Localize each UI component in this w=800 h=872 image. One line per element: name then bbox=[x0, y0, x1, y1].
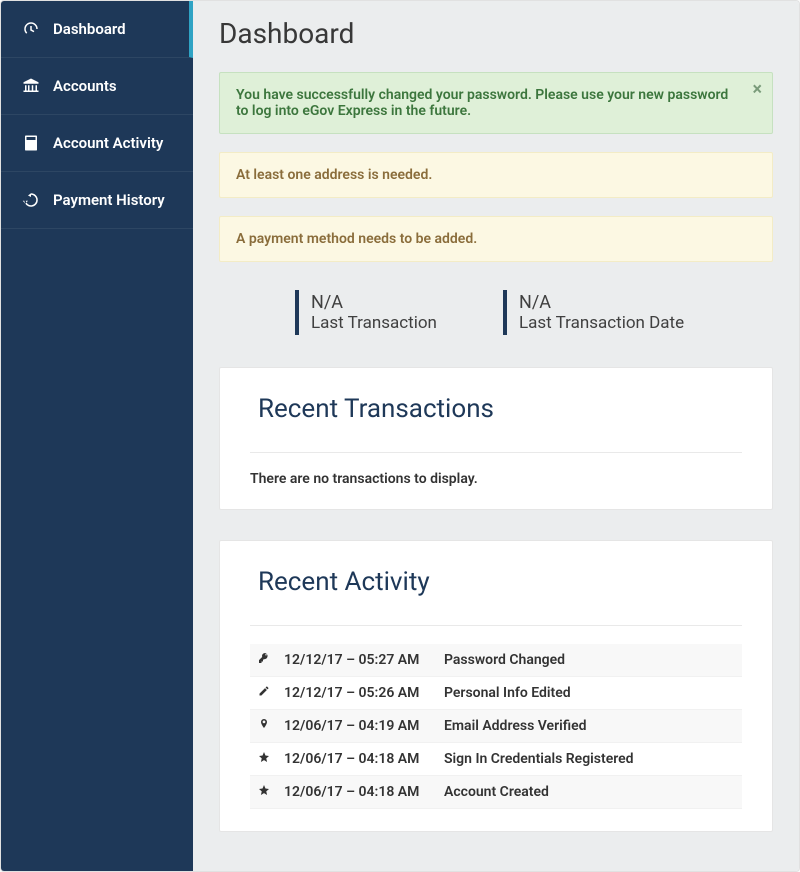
sidebar-item-label: Payment History bbox=[53, 191, 165, 209]
sidebar-item-label: Dashboard bbox=[53, 20, 126, 38]
alert-success: You have successfully changed your passw… bbox=[219, 72, 773, 134]
star-icon bbox=[250, 776, 278, 809]
activity-event: Account Created bbox=[438, 776, 742, 809]
panel-heading: Recent Transactions bbox=[258, 394, 742, 424]
pencil-icon bbox=[250, 677, 278, 710]
activity-event: Personal Info Edited bbox=[438, 677, 742, 710]
activity-time: 12/12/17 – 05:26 AM bbox=[278, 677, 438, 710]
sidebar-item-account-activity[interactable]: Account Activity bbox=[1, 115, 193, 172]
sidebar-item-label: Accounts bbox=[53, 77, 117, 95]
history-icon: $ bbox=[21, 190, 41, 210]
alert-text: A payment method needs to be added. bbox=[236, 231, 477, 247]
divider bbox=[250, 625, 742, 626]
sidebar-item-dashboard[interactable]: Dashboard bbox=[1, 1, 193, 58]
activity-event: Password Changed bbox=[438, 644, 742, 677]
page-title: Dashboard bbox=[219, 17, 773, 50]
divider bbox=[250, 452, 742, 453]
svg-text:$: $ bbox=[29, 197, 33, 204]
sidebar-item-label: Account Activity bbox=[53, 134, 163, 152]
gauge-icon bbox=[21, 19, 41, 39]
stat-label: Last Transaction bbox=[311, 313, 475, 333]
pin-icon bbox=[250, 710, 278, 743]
alert-text: At least one address is needed. bbox=[236, 167, 432, 183]
panel-heading: Recent Activity bbox=[258, 567, 742, 597]
stats-row: N/A Last Transaction N/A Last Transactio… bbox=[219, 284, 773, 341]
activity-time: 12/06/17 – 04:19 AM bbox=[278, 710, 438, 743]
empty-message: There are no transactions to display. bbox=[250, 471, 742, 487]
activity-row: 12/06/17 – 04:18 AM Account Created bbox=[250, 776, 742, 809]
stat-value: N/A bbox=[311, 292, 475, 313]
key-icon bbox=[250, 644, 278, 677]
calculator-icon bbox=[21, 133, 41, 153]
star-icon bbox=[250, 743, 278, 776]
close-icon[interactable]: × bbox=[752, 81, 762, 99]
main-content: Dashboard You have successfully changed … bbox=[193, 1, 799, 871]
activity-time: 12/06/17 – 04:18 AM bbox=[278, 776, 438, 809]
activity-time: 12/12/17 – 05:27 AM bbox=[278, 644, 438, 677]
sidebar-item-accounts[interactable]: Accounts bbox=[1, 58, 193, 115]
activity-time: 12/06/17 – 04:18 AM bbox=[278, 743, 438, 776]
activity-row: 12/06/17 – 04:18 AM Sign In Credentials … bbox=[250, 743, 742, 776]
stat-label: Last Transaction Date bbox=[519, 313, 684, 333]
activity-event: Sign In Credentials Registered bbox=[438, 743, 742, 776]
alert-warning-payment: A payment method needs to be added. bbox=[219, 216, 773, 262]
app-shell: Dashboard Accounts Account Activity $ Pa… bbox=[0, 0, 800, 872]
activity-table: 12/12/17 – 05:27 AM Password Changed 12/… bbox=[250, 644, 742, 809]
activity-event: Email Address Verified bbox=[438, 710, 742, 743]
sidebar-nav: Dashboard Accounts Account Activity $ Pa… bbox=[1, 1, 193, 871]
activity-row: 12/12/17 – 05:26 AM Personal Info Edited bbox=[250, 677, 742, 710]
stat-last-transaction: N/A Last Transaction bbox=[295, 290, 475, 335]
bank-icon bbox=[21, 76, 41, 96]
stat-last-transaction-date: N/A Last Transaction Date bbox=[503, 290, 684, 335]
stat-value: N/A bbox=[519, 292, 684, 313]
panel-recent-activity: Recent Activity 12/12/17 – 05:27 AM Pass… bbox=[219, 540, 773, 832]
alert-warning-address: At least one address is needed. bbox=[219, 152, 773, 198]
panel-recent-transactions: Recent Transactions There are no transac… bbox=[219, 367, 773, 510]
sidebar-item-payment-history[interactable]: $ Payment History bbox=[1, 172, 193, 229]
activity-row: 12/12/17 – 05:27 AM Password Changed bbox=[250, 644, 742, 677]
activity-row: 12/06/17 – 04:19 AM Email Address Verifi… bbox=[250, 710, 742, 743]
alert-text: You have successfully changed your passw… bbox=[236, 87, 728, 119]
